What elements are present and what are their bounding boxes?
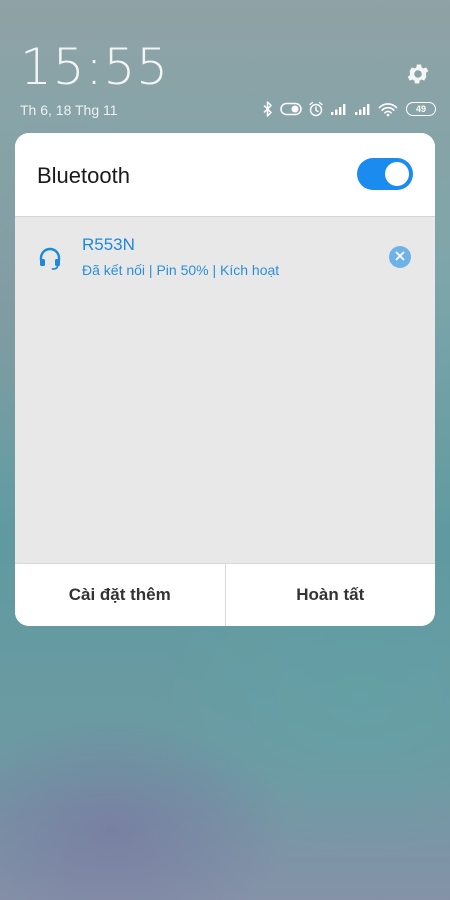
wifi-icon [378, 102, 398, 117]
toggle-icon [280, 102, 302, 116]
date-label: Th 6, 18 Thg 11 [20, 102, 118, 118]
bluetooth-icon [262, 101, 274, 117]
status-bar: 15:55 Th 6, 18 Thg 11 49 [0, 0, 450, 130]
bluetooth-panel: Bluetooth R553N Đã kết nối | Pin 50% | K… [15, 133, 435, 626]
gear-icon[interactable] [405, 61, 431, 87]
alarm-icon [308, 101, 324, 117]
device-list: R553N Đã kết nối | Pin 50% | Kích hoạt [15, 216, 435, 563]
disconnect-button[interactable] [389, 246, 411, 268]
signal-icon [330, 102, 348, 116]
list-item[interactable]: R553N Đã kết nối | Pin 50% | Kích hoạt [15, 217, 435, 297]
more-settings-button[interactable]: Cài đặt thêm [15, 564, 225, 626]
toggle-knob [385, 162, 409, 186]
done-button[interactable]: Hoàn tất [224, 564, 436, 626]
battery-icon: 49 [406, 102, 436, 116]
device-status: Đã kết nối | Pin 50% | Kích hoạt [82, 262, 280, 278]
bluetooth-toggle[interactable] [357, 158, 413, 190]
headset-icon [37, 245, 63, 271]
panel-footer: Cài đặt thêm Hoàn tất [15, 563, 435, 626]
system-icons: 49 [262, 99, 436, 119]
device-name: R553N [82, 235, 135, 254]
signal-icon [354, 102, 372, 116]
panel-header: Bluetooth [15, 133, 435, 216]
clock: 15:55 [20, 38, 170, 96]
close-icon [395, 248, 405, 266]
panel-title: Bluetooth [37, 163, 130, 188]
